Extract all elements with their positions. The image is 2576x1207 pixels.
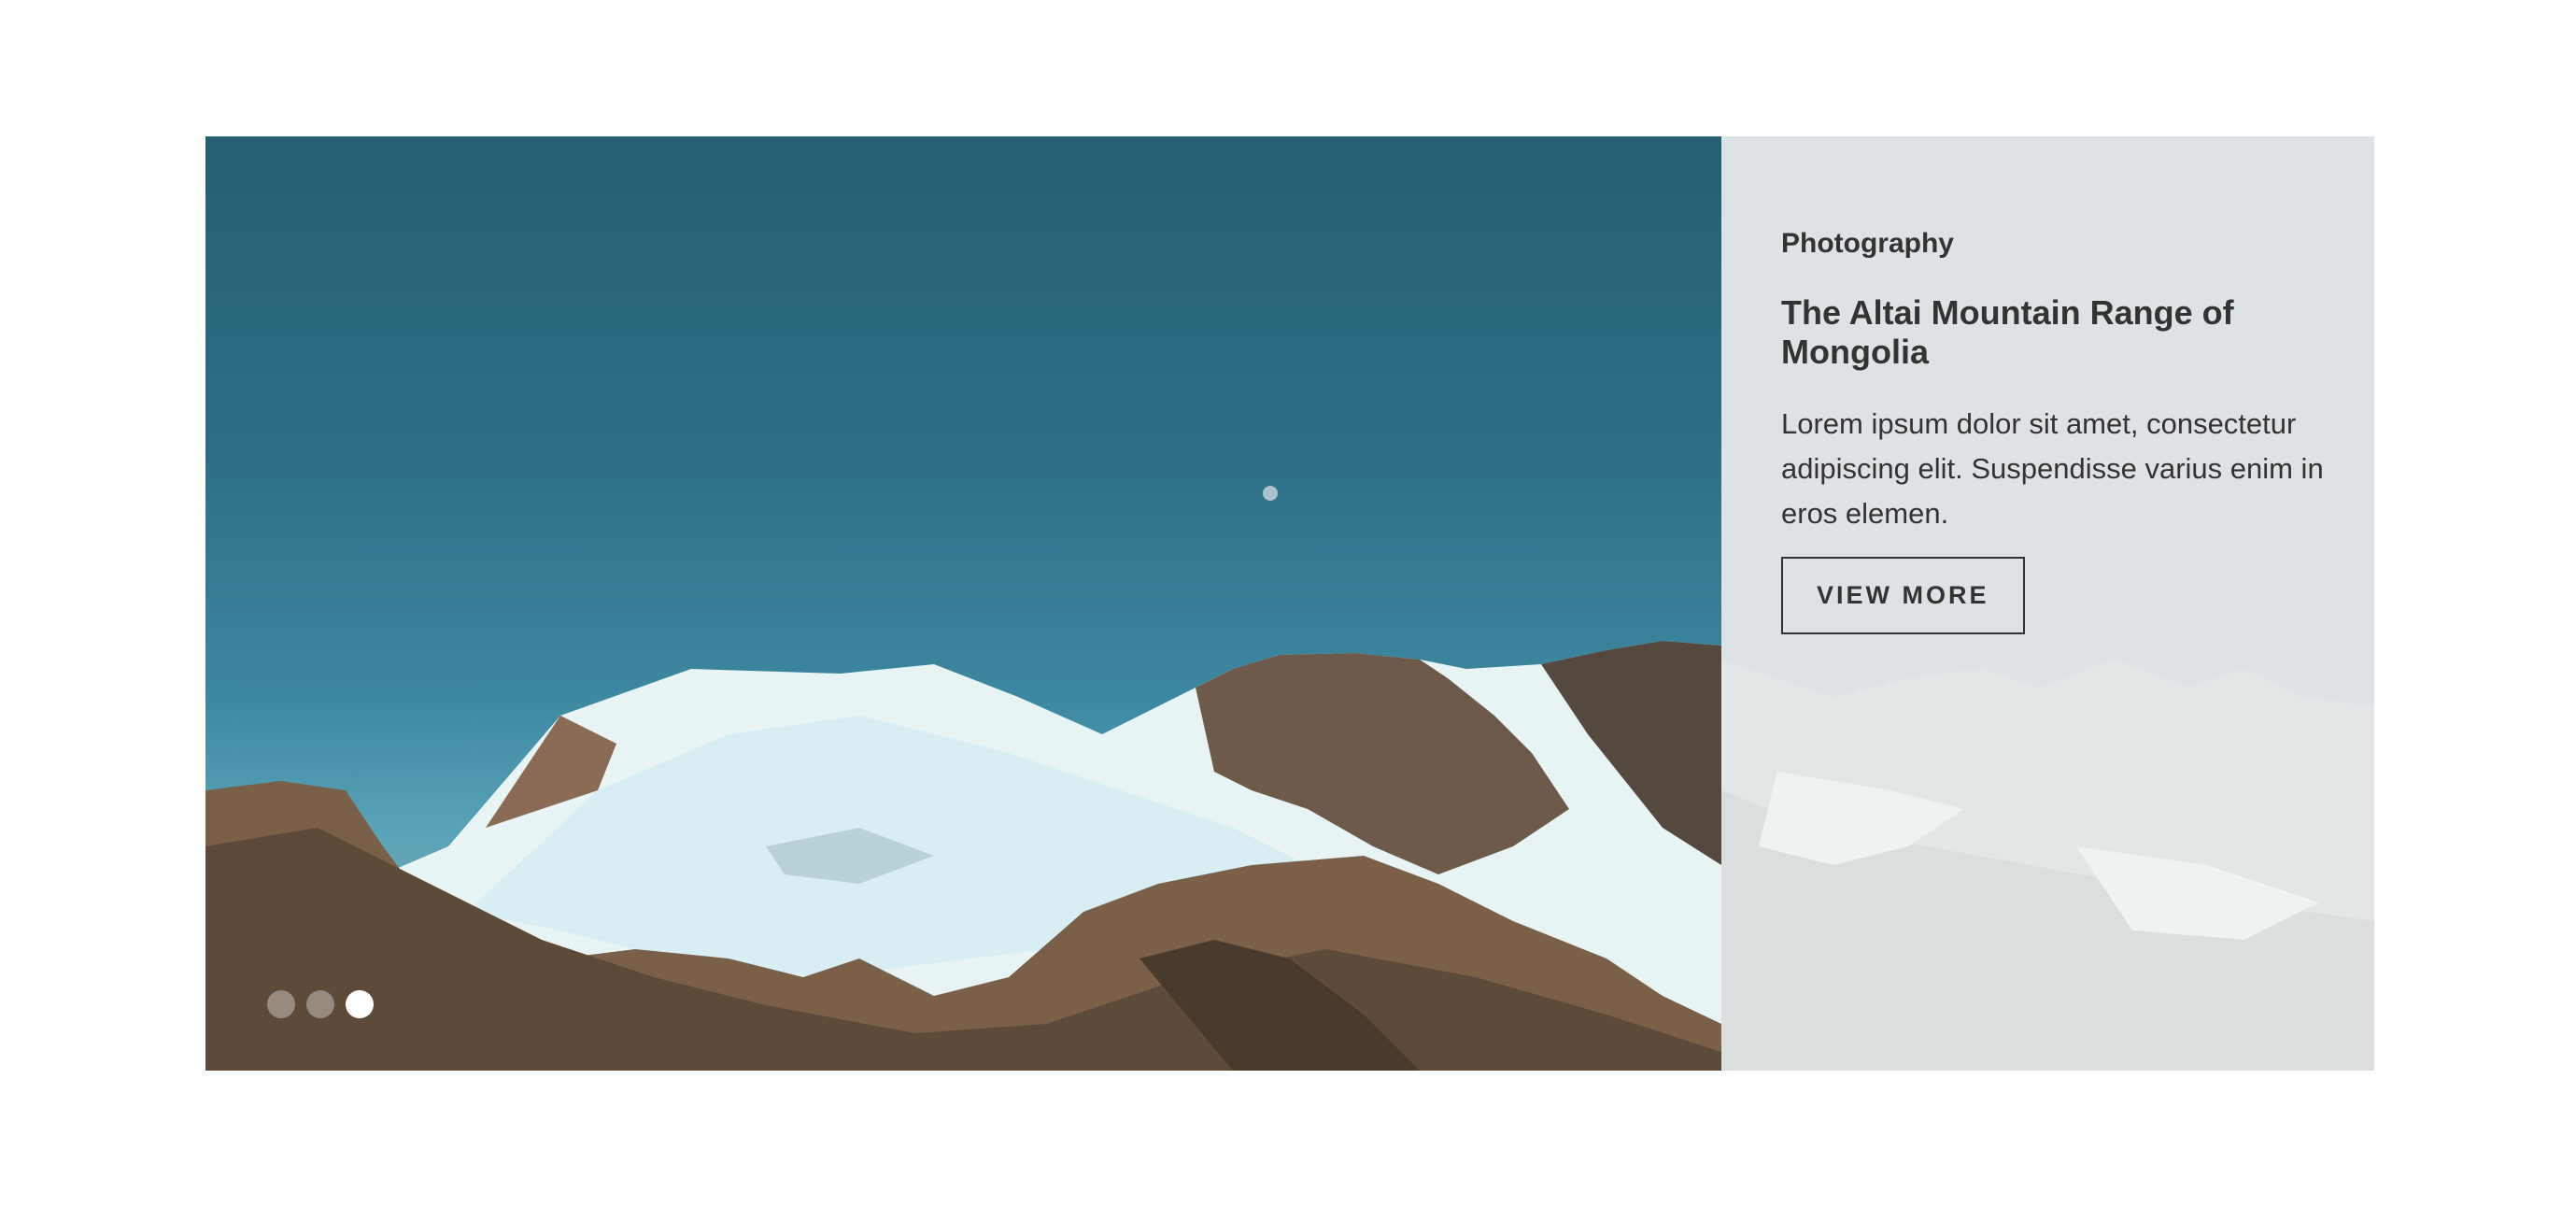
view-more-button[interactable]: VIEW MORE [1781,557,2025,634]
carousel-dot-1[interactable] [267,990,295,1018]
slide-image [205,136,1721,1071]
carousel-dots [267,990,374,1018]
slide-category: Photography [1781,228,1954,259]
slide-title: The Altai Mountain Range of Mongolia [1781,293,2234,371]
carousel-dot-3[interactable] [346,990,374,1018]
mountain-illustration [205,486,1721,1071]
slide-description: Lorem ipsum dolor sit amet, consectetur … [1781,407,2324,530]
slide-text: Photography The Altai Mountain Range of … [1781,228,2332,634]
hero-slider: Photography The Altai Mountain Range of … [205,136,2374,1071]
carousel-dot-2[interactable] [306,990,334,1018]
slide-info-panel: Photography The Altai Mountain Range of … [1721,136,2374,1071]
